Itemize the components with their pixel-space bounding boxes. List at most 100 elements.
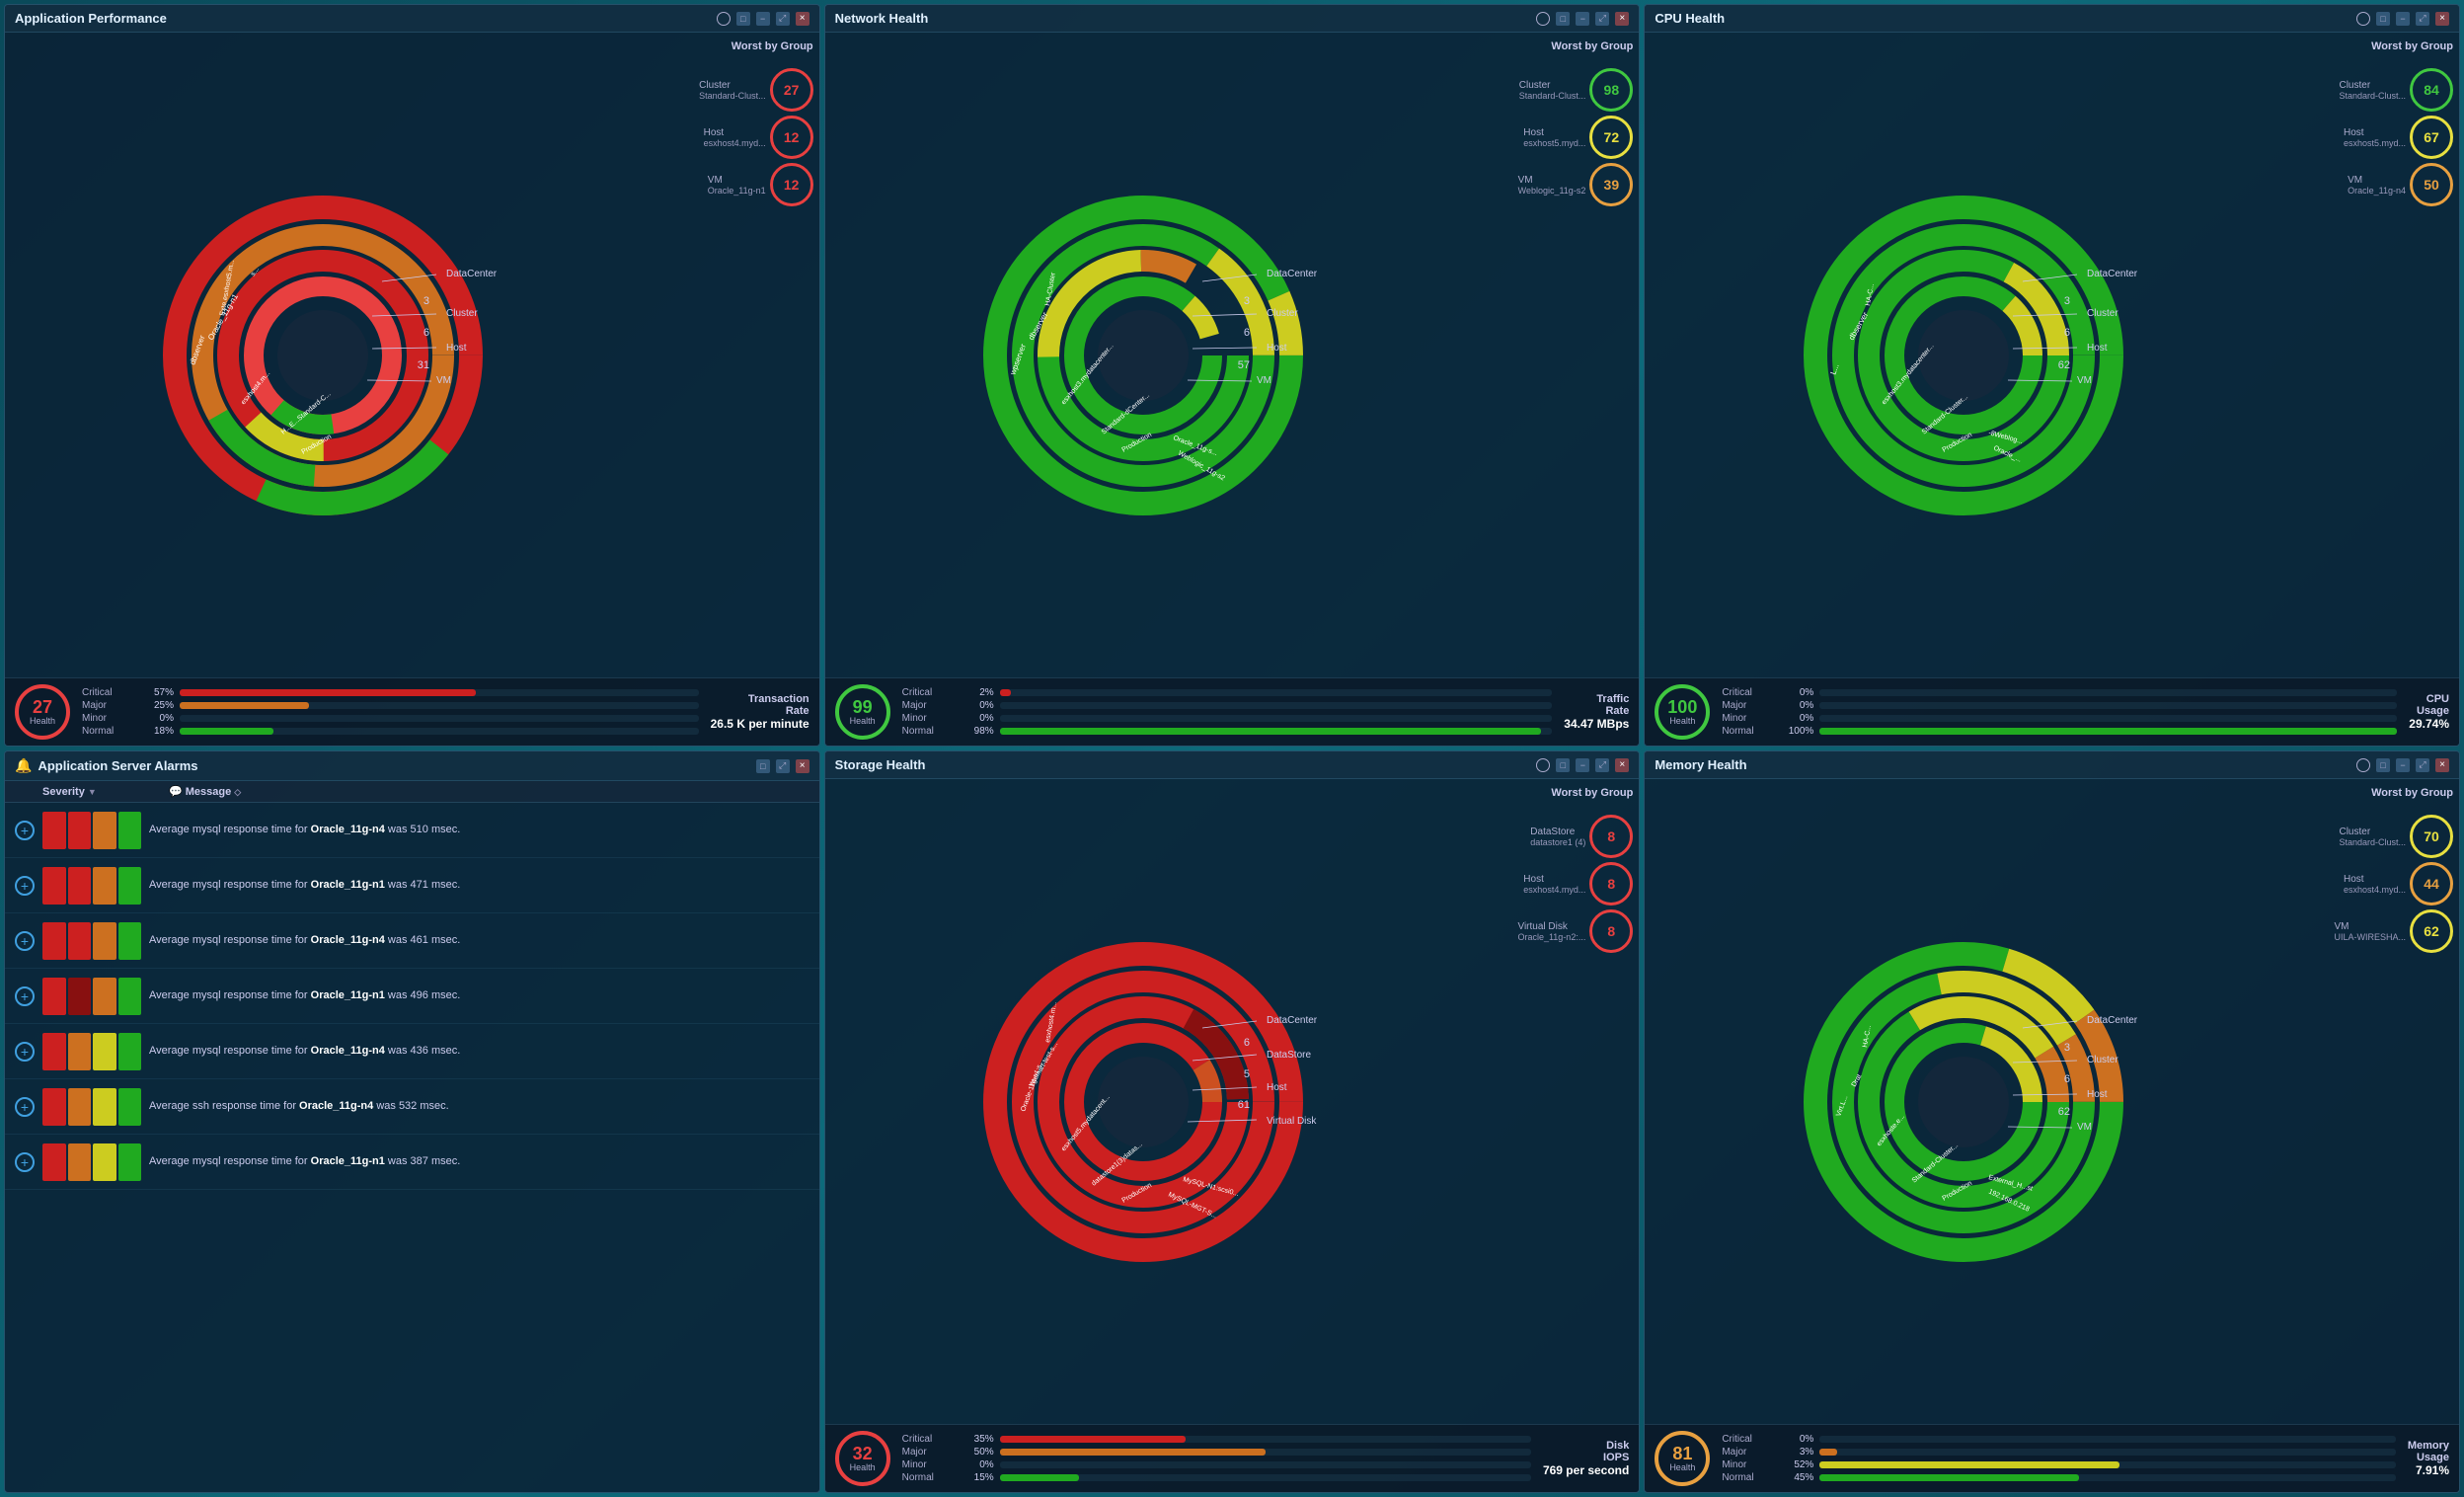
sev-major-app: Major 25% [82, 700, 699, 711]
alarm-add-icon[interactable]: + [15, 1042, 35, 1062]
panel-body-cpu: DataCenter Cluster Host VM 3 6 62 dbserv… [1645, 33, 2459, 677]
minimize-icon-network[interactable]: − [1576, 12, 1589, 26]
wbg-circle-cluster-app: 27 [770, 68, 813, 112]
wbg-circle-vm-cpu: 50 [2410, 163, 2453, 206]
svg-text:6: 6 [1244, 327, 1250, 339]
square-icon-network[interactable]: □ [1556, 12, 1570, 26]
worst-by-group-network: Worst by Group Cluster Standard-Clust...… [1461, 33, 1639, 677]
wbg-level-vm-cpu: VM Oracle_11g-n4 50 [2287, 163, 2453, 206]
alarm-row: + Average mysql response time for Oracle… [5, 858, 819, 913]
svg-text:DataCenter: DataCenter [2087, 1015, 2138, 1026]
settings-icon-network[interactable] [1536, 12, 1550, 26]
wbg-circle-vd-storage: 8 [1589, 909, 1633, 953]
col-message-header: 💬 Message ◇ [169, 785, 809, 798]
square-icon-storage[interactable]: □ [1556, 758, 1570, 772]
close-icon-memory[interactable]: × [2435, 758, 2449, 772]
bell-icon: 🔔 [15, 757, 32, 774]
worst-by-group-cpu: Worst by Group Cluster Standard-Clust...… [2281, 33, 2459, 677]
health-circle-memory: 81 Health [1655, 1431, 1710, 1486]
alarm-row: + Average mysql response time for Oracle… [5, 969, 819, 1024]
sev-critical-app: Critical 57% [82, 687, 699, 698]
close-icon-cpu[interactable]: × [2435, 12, 2449, 26]
wbg-circle-cluster-net: 98 [1589, 68, 1633, 112]
stats-bar-cpu: 100 Health Critical 0% Major 0% Minor 0% [1645, 677, 2459, 746]
severity-container-net: Critical 2% Major 0% Minor 0% Normal 98% [902, 687, 1553, 737]
svg-text:DataCenter: DataCenter [446, 269, 498, 279]
expand-icon-cpu[interactable]: ⤢ [2416, 12, 2429, 26]
donut-chart-storage: DataCenter DataStore Host Virtual Disk 6… [975, 934, 1311, 1270]
panel-header-app-performance: Application Performance □ − ⤢ × [5, 5, 819, 33]
close-icon[interactable]: × [796, 12, 809, 26]
minimize-icon-storage[interactable]: − [1576, 758, 1589, 772]
settings-icon[interactable] [717, 12, 731, 26]
minimize-icon-memory[interactable]: − [2396, 758, 2410, 772]
svg-text:DataCenter: DataCenter [1267, 269, 1318, 279]
settings-icon-storage[interactable] [1536, 758, 1550, 772]
panel-controls-alarms: □ ⤢ × [756, 759, 809, 773]
svg-text:VM: VM [1257, 375, 1271, 386]
health-circle-network: 99 Health [835, 684, 890, 740]
alarm-message: Average mysql response time for Oracle_1… [149, 1154, 809, 1169]
minimize-icon-cpu[interactable]: − [2396, 12, 2410, 26]
wbg-circle-ds-storage: 8 [1589, 815, 1633, 858]
wbg-title-app: Worst by Group [648, 40, 813, 52]
expand-icon-alarms[interactable]: ⤢ [776, 759, 790, 773]
panel-controls-storage: □ − ⤢ × [1536, 758, 1629, 772]
wbg-circle-host-mem: 44 [2410, 862, 2453, 906]
donut-chart-memory: DataCenter Cluster Host VM 3 6 62 Drat e… [1796, 934, 2131, 1270]
minimize-icon[interactable]: − [756, 12, 770, 26]
alarm-severity-bars [42, 1088, 141, 1126]
square-icon-cpu[interactable]: □ [2376, 12, 2390, 26]
wbg-level-host-storage: Host esxhost4.myd... 8 [1467, 862, 1633, 906]
wbg-circle-vm-app: 12 [770, 163, 813, 206]
alarm-add-icon[interactable]: + [15, 1097, 35, 1117]
severity-container-storage: Critical 35% Major 50% Minor 0% Normal 1… [902, 1434, 1531, 1483]
alarms-body: Severity ▼ 💬 Message ◇ + Average mysql r… [5, 781, 819, 1492]
close-icon-alarms[interactable]: × [796, 759, 809, 773]
panel-header-storage: Storage Health □ − ⤢ × [825, 751, 1640, 779]
svg-text:Cluster: Cluster [2087, 308, 2118, 319]
sort-icon: ▼ [88, 787, 97, 797]
close-icon-storage[interactable]: × [1615, 758, 1629, 772]
alarm-add-icon[interactable]: + [15, 821, 35, 840]
svg-text:Host: Host [1267, 343, 1287, 354]
panel-controls-cpu: □ − ⤢ × [2356, 12, 2449, 26]
settings-icon-cpu[interactable] [2356, 12, 2370, 26]
svg-text:Host: Host [446, 343, 467, 354]
panel-body-app-performance: DataCenter Cluster Host VM 3 6 31 Oracle… [5, 33, 819, 677]
alarm-add-icon[interactable]: + [15, 986, 35, 1006]
expand-icon-memory[interactable]: ⤢ [2416, 758, 2429, 772]
svg-text:DataCenter: DataCenter [1267, 1015, 1318, 1026]
stats-bar-storage: 32 Health Critical 35% Major 50% Minor 0… [825, 1424, 1640, 1492]
health-circle-app: 27 Health [15, 684, 70, 740]
wbg-level-vd-storage: Virtual Disk Oracle_11g-n2:... 8 [1467, 909, 1633, 953]
alarm-add-icon[interactable]: + [15, 1152, 35, 1172]
square-icon[interactable]: □ [736, 12, 750, 26]
alarm-severity-bars [42, 1033, 141, 1070]
worst-by-group-storage: Worst by Group DataStore datastore1 (4) … [1461, 779, 1639, 1424]
expand-icon[interactable]: ⤢ [776, 12, 790, 26]
svg-text:3: 3 [1244, 295, 1250, 307]
settings-icon-memory[interactable] [2356, 758, 2370, 772]
severity-container-cpu: Critical 0% Major 0% Minor 0% Normal 100… [1722, 687, 2397, 737]
wbg-level-cluster-net: Cluster Standard-Clust... 98 [1467, 68, 1633, 112]
svg-text:62: 62 [2057, 1106, 2069, 1118]
square-icon-memory[interactable]: □ [2376, 758, 2390, 772]
wbg-level-ds-storage: DataStore datastore1 (4) 8 [1467, 815, 1633, 858]
square-icon-alarms[interactable]: □ [756, 759, 770, 773]
wbg-circle-vm-net: 39 [1589, 163, 1633, 206]
expand-icon-storage[interactable]: ⤢ [1595, 758, 1609, 772]
alarm-severity-bars [42, 1143, 141, 1181]
panel-controls-memory: □ − ⤢ × [2356, 758, 2449, 772]
alarm-add-icon[interactable]: + [15, 876, 35, 896]
chart-area-storage: DataCenter DataStore Host Virtual Disk 6… [825, 779, 1462, 1424]
worst-by-group-app-performance: Worst by Group Cluster Standard-Clust...… [642, 33, 819, 677]
svg-text:Host: Host [2087, 1089, 2108, 1100]
panel-body-network: DataCenter Cluster Host VM 3 6 57 dbserv… [825, 33, 1640, 677]
alarms-list: + Average mysql response time for Oracle… [5, 803, 819, 1492]
panel-header-network: Network Health □ − ⤢ × [825, 5, 1640, 33]
alarm-add-icon[interactable]: + [15, 931, 35, 951]
panel-network-health: Network Health □ − ⤢ × [824, 4, 1641, 747]
expand-icon-network[interactable]: ⤢ [1595, 12, 1609, 26]
close-icon-network[interactable]: × [1615, 12, 1629, 26]
